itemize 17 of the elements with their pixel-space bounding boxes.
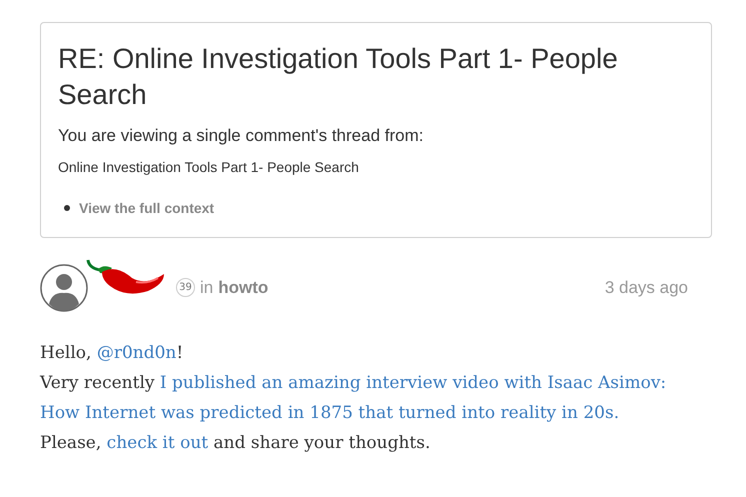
comment-link[interactable]: check it out [106,432,208,452]
bullet-icon [64,205,70,211]
comment-link[interactable]: I published an amazing interview video with Isaac Asimov: [160,372,666,392]
thread-title: RE: Online Investigation Tools Part 1- People Search [58,42,619,112]
thread-subtitle: You are viewing a single comment's thread from: [58,125,424,147]
in-label: in [200,276,214,299]
comment-time: 3 days ago [604,276,688,299]
community-link[interactable]: howto [218,274,268,300]
full-context-link[interactable]: View the full context [79,198,214,218]
comment-link[interactable]: How Internet was predicted in 1875 that turned into reality in 20s. [40,402,620,422]
comment-text: Please, check it out and share your thoughts. [40,432,432,454]
avatar-icon [40,264,88,312]
reputation-badge: 39 [176,278,195,297]
parent-post-title: Online Investigation Tools Part 1- People Search [58,158,360,177]
comment-link[interactable]: @r0nd0n [96,342,176,362]
comment-text: Hello, @r0nd0n! [40,342,184,364]
comment-text: Very recently I published an amazing interview video with Isaac Asimov: [40,372,668,394]
